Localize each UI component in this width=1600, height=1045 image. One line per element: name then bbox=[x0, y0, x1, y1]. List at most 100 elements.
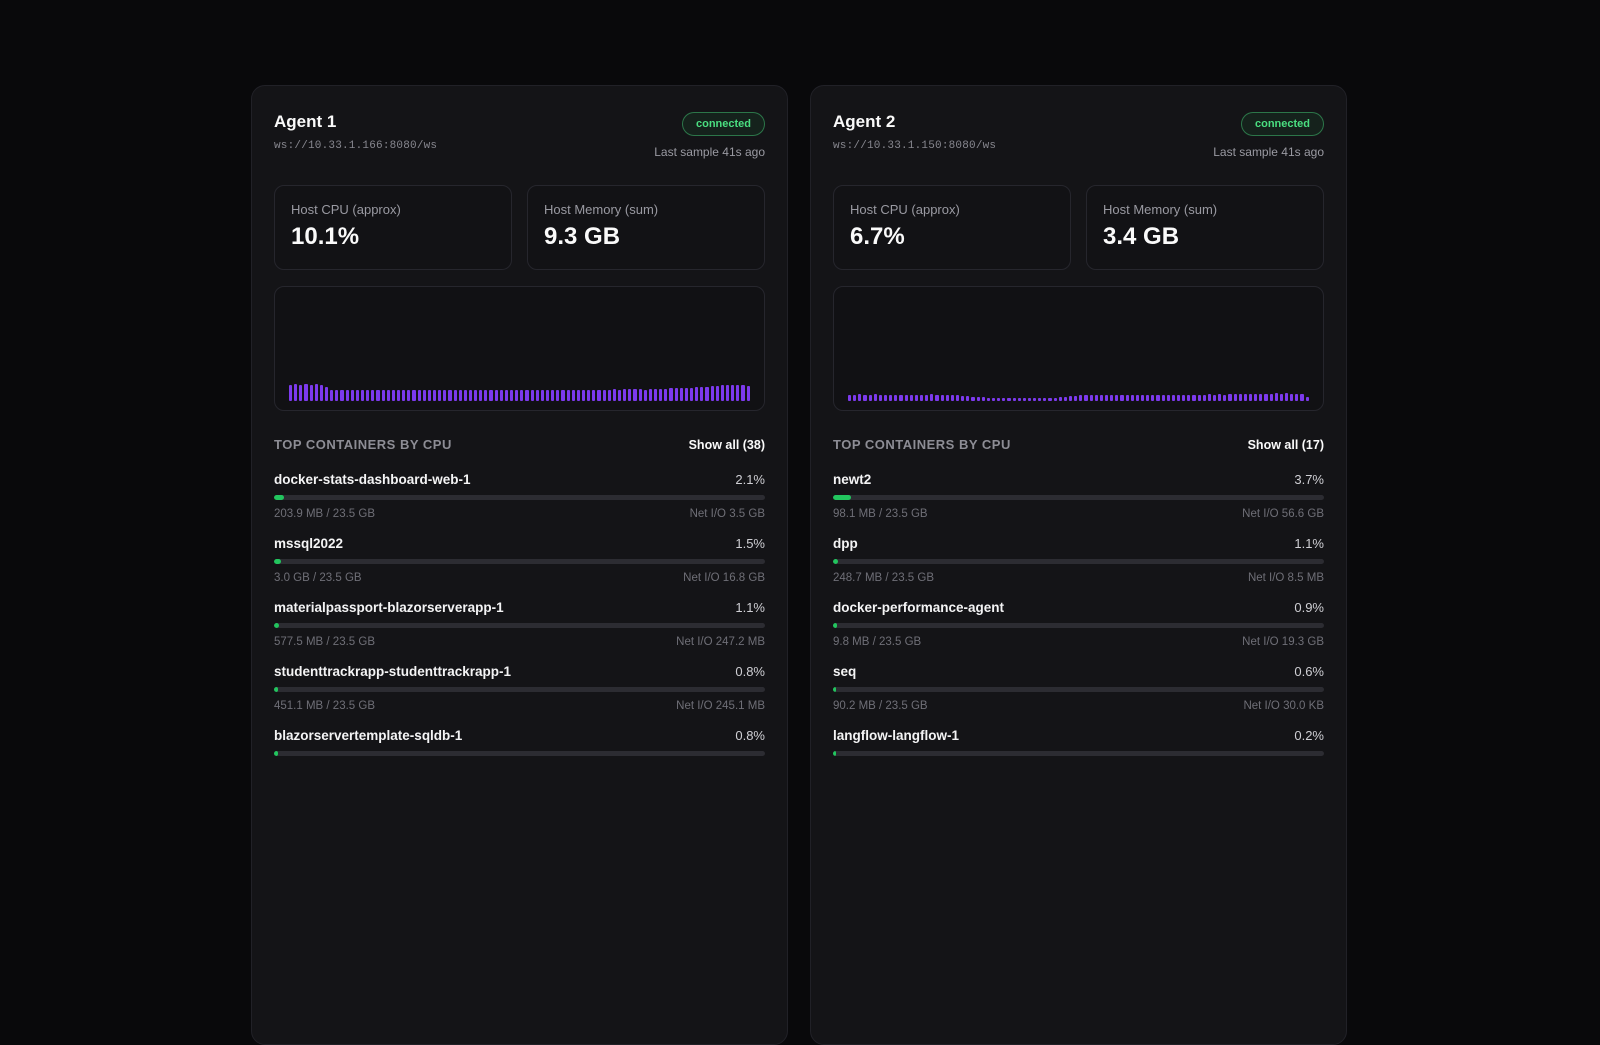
sparkline-bars bbox=[289, 296, 750, 401]
container-row: newt2 3.7% 98.1 MB / 23.5 GB Net I/O 56.… bbox=[833, 472, 1324, 520]
status-badge: connected bbox=[682, 112, 765, 136]
container-name: mssql2022 bbox=[274, 536, 343, 551]
container-row: seq 0.6% 90.2 MB / 23.5 GB Net I/O 30.0 … bbox=[833, 664, 1324, 712]
container-netio: Net I/O 8.5 MB bbox=[1248, 572, 1324, 584]
cpu-progress-fill bbox=[274, 687, 278, 692]
container-memory: 577.5 MB / 23.5 GB bbox=[274, 636, 375, 648]
container-cpu-percent: 0.6% bbox=[1294, 664, 1324, 679]
container-netio: Net I/O 30.0 KB bbox=[1243, 700, 1324, 712]
status-badge: connected bbox=[1241, 112, 1324, 136]
container-cpu-percent: 1.1% bbox=[1294, 536, 1324, 551]
container-memory: 451.1 MB / 23.5 GB bbox=[274, 700, 375, 712]
container-name: blazorservertemplate-sqldb-1 bbox=[274, 728, 462, 743]
container-name: dpp bbox=[833, 536, 858, 551]
container-row: docker-performance-agent 0.9% 9.8 MB / 2… bbox=[833, 600, 1324, 648]
show-all-link[interactable]: Show all (38) bbox=[689, 438, 765, 452]
cpu-progress-track bbox=[833, 751, 1324, 756]
container-netio: Net I/O 16.8 GB bbox=[683, 572, 765, 584]
stat-label: Host CPU (approx) bbox=[291, 202, 495, 217]
container-name: langflow-langflow-1 bbox=[833, 728, 959, 743]
cpu-progress-fill bbox=[274, 623, 279, 628]
cpu-sparkline-chart bbox=[833, 286, 1324, 411]
stat-value: 9.3 GB bbox=[544, 223, 748, 251]
agent-panel-2: Agent 2 ws://10.33.1.150:8080/ws connect… bbox=[810, 85, 1347, 1045]
cpu-progress-fill bbox=[833, 687, 836, 692]
stat-value: 6.7% bbox=[850, 223, 1054, 251]
container-cpu-percent: 0.8% bbox=[735, 664, 765, 679]
stat-cards: Host CPU (approx) 6.7% Host Memory (sum)… bbox=[833, 185, 1324, 270]
container-list: docker-stats-dashboard-web-1 2.1% 203.9 … bbox=[274, 472, 765, 764]
section-title: TOP CONTAINERS BY CPU bbox=[274, 437, 452, 452]
container-row: dpp 1.1% 248.7 MB / 23.5 GB Net I/O 8.5 … bbox=[833, 536, 1324, 584]
stat-label: Host Memory (sum) bbox=[1103, 202, 1307, 217]
container-name: studenttrackrapp-studenttrackrapp-1 bbox=[274, 664, 511, 679]
container-memory: 203.9 MB / 23.5 GB bbox=[274, 508, 375, 520]
stat-card-host-cpu: Host CPU (approx) 6.7% bbox=[833, 185, 1071, 270]
show-all-link[interactable]: Show all (17) bbox=[1248, 438, 1324, 452]
container-row: mssql2022 1.5% 3.0 GB / 23.5 GB Net I/O … bbox=[274, 536, 765, 584]
cpu-progress-fill bbox=[274, 559, 281, 564]
container-memory: 98.1 MB / 23.5 GB bbox=[833, 508, 928, 520]
agent-header: Agent 1 ws://10.33.1.166:8080/ws connect… bbox=[274, 112, 765, 159]
container-name: docker-stats-dashboard-web-1 bbox=[274, 472, 471, 487]
container-memory: 9.8 MB / 23.5 GB bbox=[833, 636, 921, 648]
container-list: newt2 3.7% 98.1 MB / 23.5 GB Net I/O 56.… bbox=[833, 472, 1324, 764]
cpu-progress-fill bbox=[833, 751, 836, 756]
container-row: studenttrackrapp-studenttrackrapp-1 0.8%… bbox=[274, 664, 765, 712]
cpu-progress-fill bbox=[274, 495, 284, 500]
agent-title: Agent 1 bbox=[274, 112, 437, 132]
section-title: TOP CONTAINERS BY CPU bbox=[833, 437, 1011, 452]
container-cpu-percent: 1.5% bbox=[735, 536, 765, 551]
container-name: materialpassport-blazorserverapp-1 bbox=[274, 600, 504, 615]
stat-value: 10.1% bbox=[291, 223, 495, 251]
container-cpu-percent: 3.7% bbox=[1294, 472, 1324, 487]
container-row: materialpassport-blazorserverapp-1 1.1% … bbox=[274, 600, 765, 648]
cpu-progress-fill bbox=[833, 623, 837, 628]
agent-panel-1: Agent 1 ws://10.33.1.166:8080/ws connect… bbox=[251, 85, 788, 1045]
agent-header-right: connected Last sample 41s ago bbox=[654, 112, 765, 159]
agent-ws-url: ws://10.33.1.166:8080/ws bbox=[274, 140, 437, 152]
container-netio: Net I/O 56.6 GB bbox=[1242, 508, 1324, 520]
container-name: newt2 bbox=[833, 472, 871, 487]
stat-cards: Host CPU (approx) 10.1% Host Memory (sum… bbox=[274, 185, 765, 270]
agents-dashboard: Agent 1 ws://10.33.1.166:8080/ws connect… bbox=[251, 85, 1347, 1045]
cpu-progress-track bbox=[833, 687, 1324, 692]
agent-header-left: Agent 1 ws://10.33.1.166:8080/ws bbox=[274, 112, 437, 152]
cpu-progress-fill bbox=[833, 559, 838, 564]
container-name: seq bbox=[833, 664, 856, 679]
cpu-progress-track bbox=[274, 751, 765, 756]
cpu-progress-track bbox=[274, 623, 765, 628]
stat-value: 3.4 GB bbox=[1103, 223, 1307, 251]
agent-header: Agent 2 ws://10.33.1.150:8080/ws connect… bbox=[833, 112, 1324, 159]
cpu-progress-fill bbox=[833, 495, 851, 500]
container-netio: Net I/O 247.2 MB bbox=[676, 636, 765, 648]
cpu-progress-track bbox=[274, 687, 765, 692]
container-cpu-percent: 1.1% bbox=[735, 600, 765, 615]
stat-label: Host Memory (sum) bbox=[544, 202, 748, 217]
cpu-progress-track bbox=[833, 495, 1324, 500]
container-row: langflow-langflow-1 0.2% bbox=[833, 728, 1324, 764]
section-header: TOP CONTAINERS BY CPU Show all (38) bbox=[274, 437, 765, 452]
last-sample-label: Last sample 41s ago bbox=[654, 145, 765, 159]
cpu-sparkline-chart bbox=[274, 286, 765, 411]
stat-card-host-cpu: Host CPU (approx) 10.1% bbox=[274, 185, 512, 270]
agent-header-right: connected Last sample 41s ago bbox=[1213, 112, 1324, 159]
container-name: docker-performance-agent bbox=[833, 600, 1004, 615]
container-memory: 3.0 GB / 23.5 GB bbox=[274, 572, 362, 584]
last-sample-label: Last sample 41s ago bbox=[1213, 145, 1324, 159]
container-row: blazorservertemplate-sqldb-1 0.8% bbox=[274, 728, 765, 764]
container-memory: 248.7 MB / 23.5 GB bbox=[833, 572, 934, 584]
cpu-progress-track bbox=[274, 559, 765, 564]
cpu-progress-track bbox=[274, 495, 765, 500]
cpu-progress-track bbox=[833, 623, 1324, 628]
container-cpu-percent: 0.8% bbox=[735, 728, 765, 743]
cpu-progress-fill bbox=[274, 751, 278, 756]
section-header: TOP CONTAINERS BY CPU Show all (17) bbox=[833, 437, 1324, 452]
sparkline-bars bbox=[848, 296, 1309, 401]
container-cpu-percent: 0.9% bbox=[1294, 600, 1324, 615]
container-memory: 90.2 MB / 23.5 GB bbox=[833, 700, 928, 712]
container-row: docker-stats-dashboard-web-1 2.1% 203.9 … bbox=[274, 472, 765, 520]
agent-header-left: Agent 2 ws://10.33.1.150:8080/ws bbox=[833, 112, 996, 152]
container-cpu-percent: 0.2% bbox=[1294, 728, 1324, 743]
container-netio: Net I/O 19.3 GB bbox=[1242, 636, 1324, 648]
